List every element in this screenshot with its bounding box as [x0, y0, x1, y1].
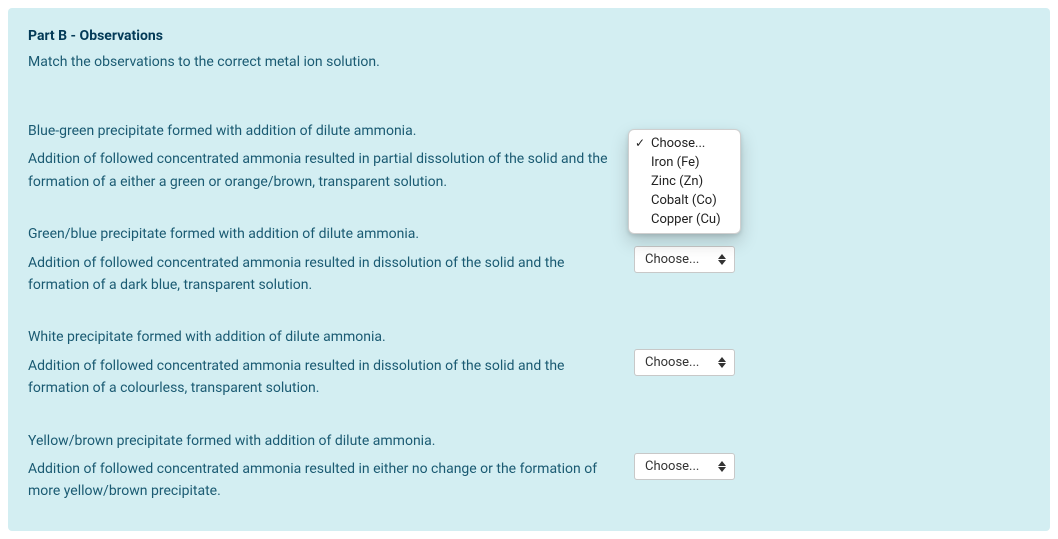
observation-line1: Green/blue precipitate formed with addit… — [28, 223, 624, 245]
answer-option[interactable]: Zinc (Zn) — [629, 172, 740, 191]
observation-line1: Blue-green precipitate formed with addit… — [28, 120, 624, 142]
match-row: Yellow/brown precipitate formed with add… — [28, 430, 1030, 503]
observation-text: Blue-green precipitate formed with addit… — [28, 120, 634, 193]
observation-text: White precipitate formed with addition o… — [28, 326, 634, 399]
select-updown-icon — [718, 357, 726, 368]
answer-option[interactable]: Cobalt (Co) — [629, 191, 740, 210]
answer-option[interactable]: Choose... — [629, 134, 740, 153]
select-value: Choose... — [645, 355, 699, 370]
observation-line2: Addition of followed concentrated ammoni… — [28, 252, 624, 297]
part-heading: Part B - Observations — [28, 28, 1030, 44]
answer-select[interactable]: Choose... — [634, 246, 735, 273]
observation-line2: Addition of followed concentrated ammoni… — [28, 355, 624, 400]
select-value: Choose... — [645, 459, 699, 474]
observation-text: Yellow/brown precipitate formed with add… — [28, 430, 634, 503]
select-updown-icon — [718, 461, 726, 472]
select-value: Choose... — [645, 252, 699, 267]
question-panel: Part B - Observations Match the observat… — [8, 8, 1050, 531]
observation-text: Green/blue precipitate formed with addit… — [28, 223, 634, 296]
answer-dropdown: Choose... Iron (Fe) Zinc (Zn) Cobalt (Co… — [628, 129, 741, 234]
observation-line2: Addition of followed concentrated ammoni… — [28, 458, 624, 503]
observation-line1: White precipitate formed with addition o… — [28, 326, 624, 348]
observation-line1: Yellow/brown precipitate formed with add… — [28, 430, 624, 452]
match-row: Green/blue precipitate formed with addit… — [28, 223, 1030, 296]
answer-select[interactable]: Choose... — [634, 349, 735, 376]
select-updown-icon — [718, 254, 726, 265]
answer-option[interactable]: Copper (Cu) — [629, 210, 740, 229]
answer-select[interactable]: Choose... — [634, 453, 735, 480]
instructions: Match the observations to the correct me… — [28, 54, 1030, 70]
observation-line2: Addition of followed concentrated ammoni… — [28, 148, 624, 193]
match-row: White precipitate formed with addition o… — [28, 326, 1030, 399]
answer-option[interactable]: Iron (Fe) — [629, 153, 740, 172]
match-row: Blue-green precipitate formed with addit… — [28, 120, 1030, 193]
